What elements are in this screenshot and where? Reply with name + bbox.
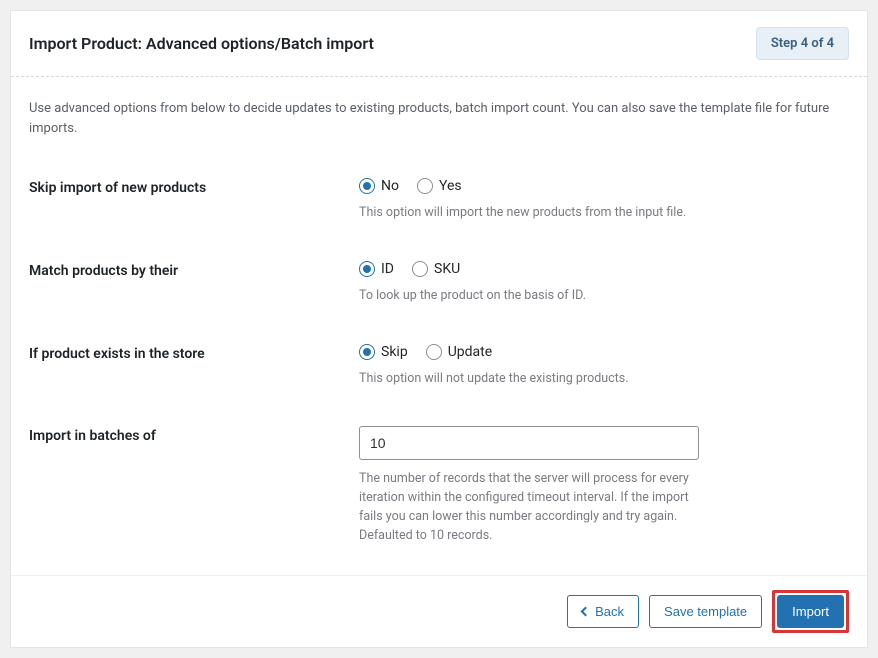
radio-circle-icon [359, 344, 375, 360]
radio-label: Skip [381, 344, 408, 360]
import-button-label: Import [792, 604, 829, 619]
radio-label: ID [381, 261, 394, 277]
import-panel: Import Product: Advanced options/Batch i… [10, 10, 868, 648]
save-template-label: Save template [664, 604, 747, 619]
radio-label: Yes [439, 178, 462, 194]
import-highlight: Import [772, 590, 849, 633]
intro-text: Use advanced options from below to decid… [29, 99, 849, 138]
label-match-by: Match products by their [29, 261, 359, 279]
radio-label: No [381, 178, 399, 194]
radio-if-exists-skip[interactable]: Skip [359, 344, 408, 360]
panel-footer: Back Save template Import [11, 575, 867, 647]
label-skip-new: Skip import of new products [29, 178, 359, 196]
back-button-label: Back [595, 604, 624, 619]
page-title: Import Product: Advanced options/Batch i… [29, 34, 374, 53]
radio-circle-icon [359, 261, 375, 277]
label-batch-size: Import in batches of [29, 426, 359, 444]
import-button[interactable]: Import [777, 595, 844, 628]
help-match-by: To look up the product on the basis of I… [359, 287, 699, 306]
help-skip-new: This option will import the new products… [359, 204, 699, 223]
radio-match-by-sku[interactable]: SKU [412, 261, 460, 277]
chevron-left-icon [581, 607, 591, 617]
batch-size-input[interactable] [359, 426, 699, 460]
radio-circle-icon [359, 178, 375, 194]
radio-group-if-exists: Skip Update [359, 344, 699, 360]
field-if-exists: If product exists in the store Skip Upda… [29, 344, 849, 389]
radio-circle-icon [412, 261, 428, 277]
radio-label: Update [448, 344, 492, 360]
radio-group-skip-new: No Yes [359, 178, 699, 194]
save-template-button[interactable]: Save template [649, 595, 762, 628]
radio-label: SKU [434, 261, 460, 277]
label-if-exists: If product exists in the store [29, 344, 359, 362]
field-skip-new: Skip import of new products No Yes This … [29, 178, 849, 223]
field-batch-size: Import in batches of The number of recor… [29, 426, 849, 545]
radio-if-exists-update[interactable]: Update [426, 344, 492, 360]
back-button[interactable]: Back [567, 595, 639, 628]
field-match-by: Match products by their ID SKU To look u… [29, 261, 849, 306]
panel-header: Import Product: Advanced options/Batch i… [11, 11, 867, 77]
radio-circle-icon [426, 344, 442, 360]
radio-skip-new-yes[interactable]: Yes [417, 178, 462, 194]
help-batch-size: The number of records that the server wi… [359, 470, 699, 545]
panel-body: Use advanced options from below to decid… [11, 77, 867, 575]
step-badge: Step 4 of 4 [756, 27, 849, 60]
radio-match-by-id[interactable]: ID [359, 261, 394, 277]
radio-circle-icon [417, 178, 433, 194]
radio-skip-new-no[interactable]: No [359, 178, 399, 194]
radio-group-match-by: ID SKU [359, 261, 699, 277]
help-if-exists: This option will not update the existing… [359, 370, 699, 389]
